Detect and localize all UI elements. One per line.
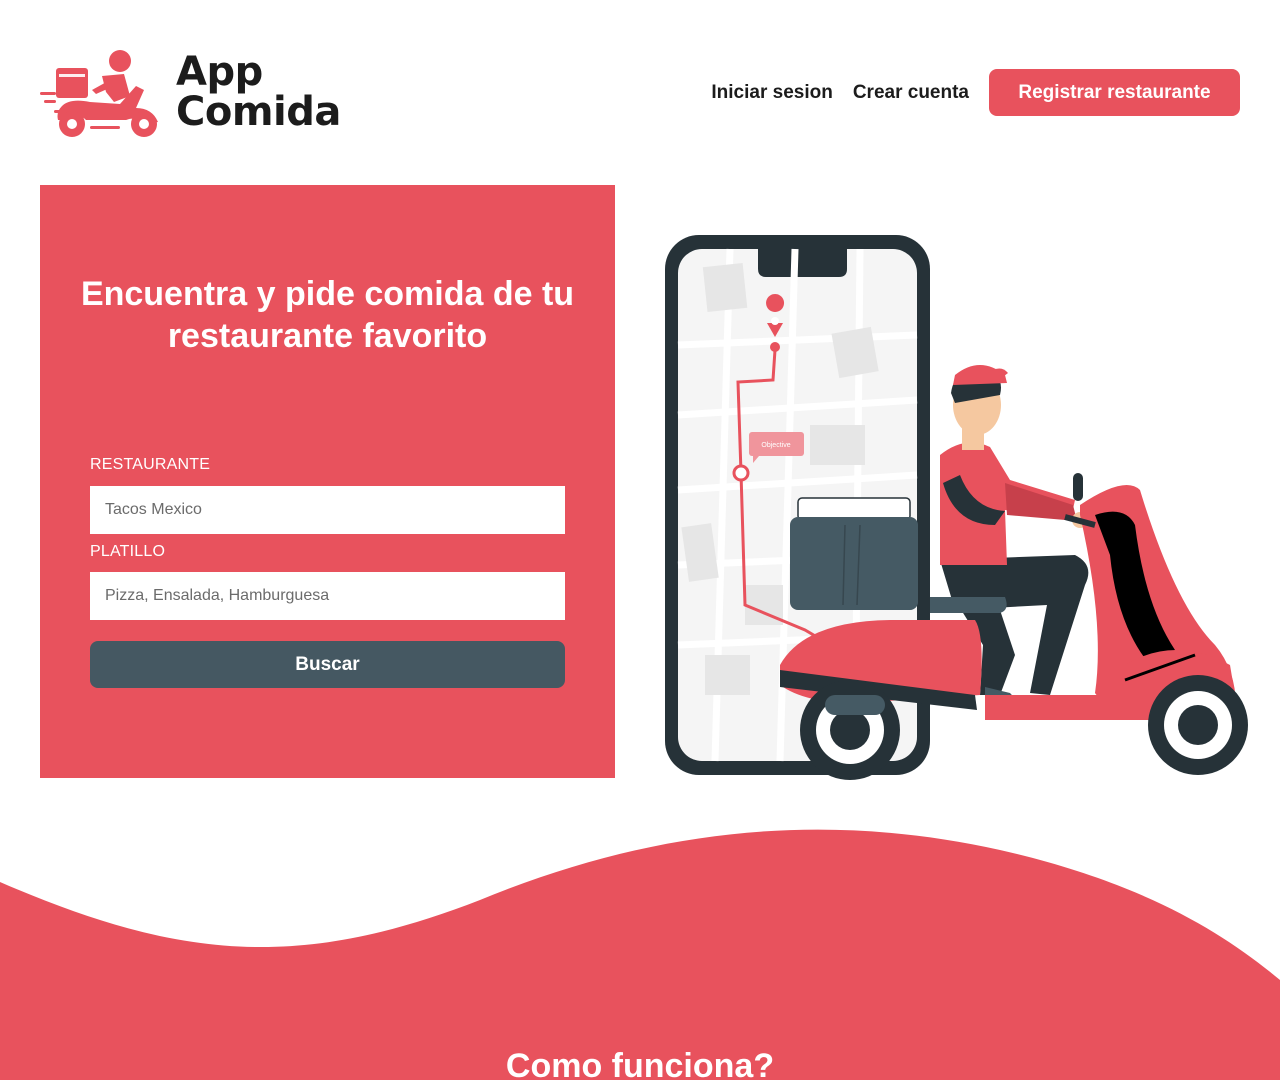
brand-logo[interactable]: App Comida <box>40 46 350 142</box>
search-button[interactable]: Buscar <box>90 641 565 688</box>
login-link[interactable]: Iniciar sesion <box>711 82 832 104</box>
restaurant-input[interactable] <box>90 486 565 534</box>
search-panel: Encuentra y pide comida de tu restaurant… <box>40 185 615 778</box>
delivery-scooter-logo-icon <box>40 50 158 137</box>
delivery-rider-phone-map-illustration: Objective <box>665 235 1248 780</box>
register-restaurant-button[interactable]: Registrar restaurante <box>989 69 1240 116</box>
site-header: App Comida Iniciar sesion Crear cuenta R… <box>0 0 1280 180</box>
map-tag-label: Objective <box>761 442 790 449</box>
delivery-box-icon <box>790 497 918 610</box>
brand-name-line-1: App <box>176 49 263 95</box>
page: App Comida Iniciar sesion Crear cuenta R… <box>0 0 1280 1080</box>
wave-background <box>0 829 1280 1080</box>
brand-wordmark: App Comida <box>176 52 341 132</box>
restaurant-label: RESTAURANTE <box>90 456 211 473</box>
dish-label: PLATILLO <box>90 543 166 560</box>
hero-title: Encuentra y pide comida de tu restaurant… <box>80 275 575 355</box>
dish-input[interactable] <box>90 572 565 620</box>
brand-name-line-2: Comida <box>176 89 341 135</box>
signup-link[interactable]: Crear cuenta <box>853 82 969 104</box>
main-nav: Iniciar sesion Crear cuenta Registrar re… <box>711 69 1240 116</box>
how-it-works-title: Como funciona? <box>505 1047 775 1080</box>
